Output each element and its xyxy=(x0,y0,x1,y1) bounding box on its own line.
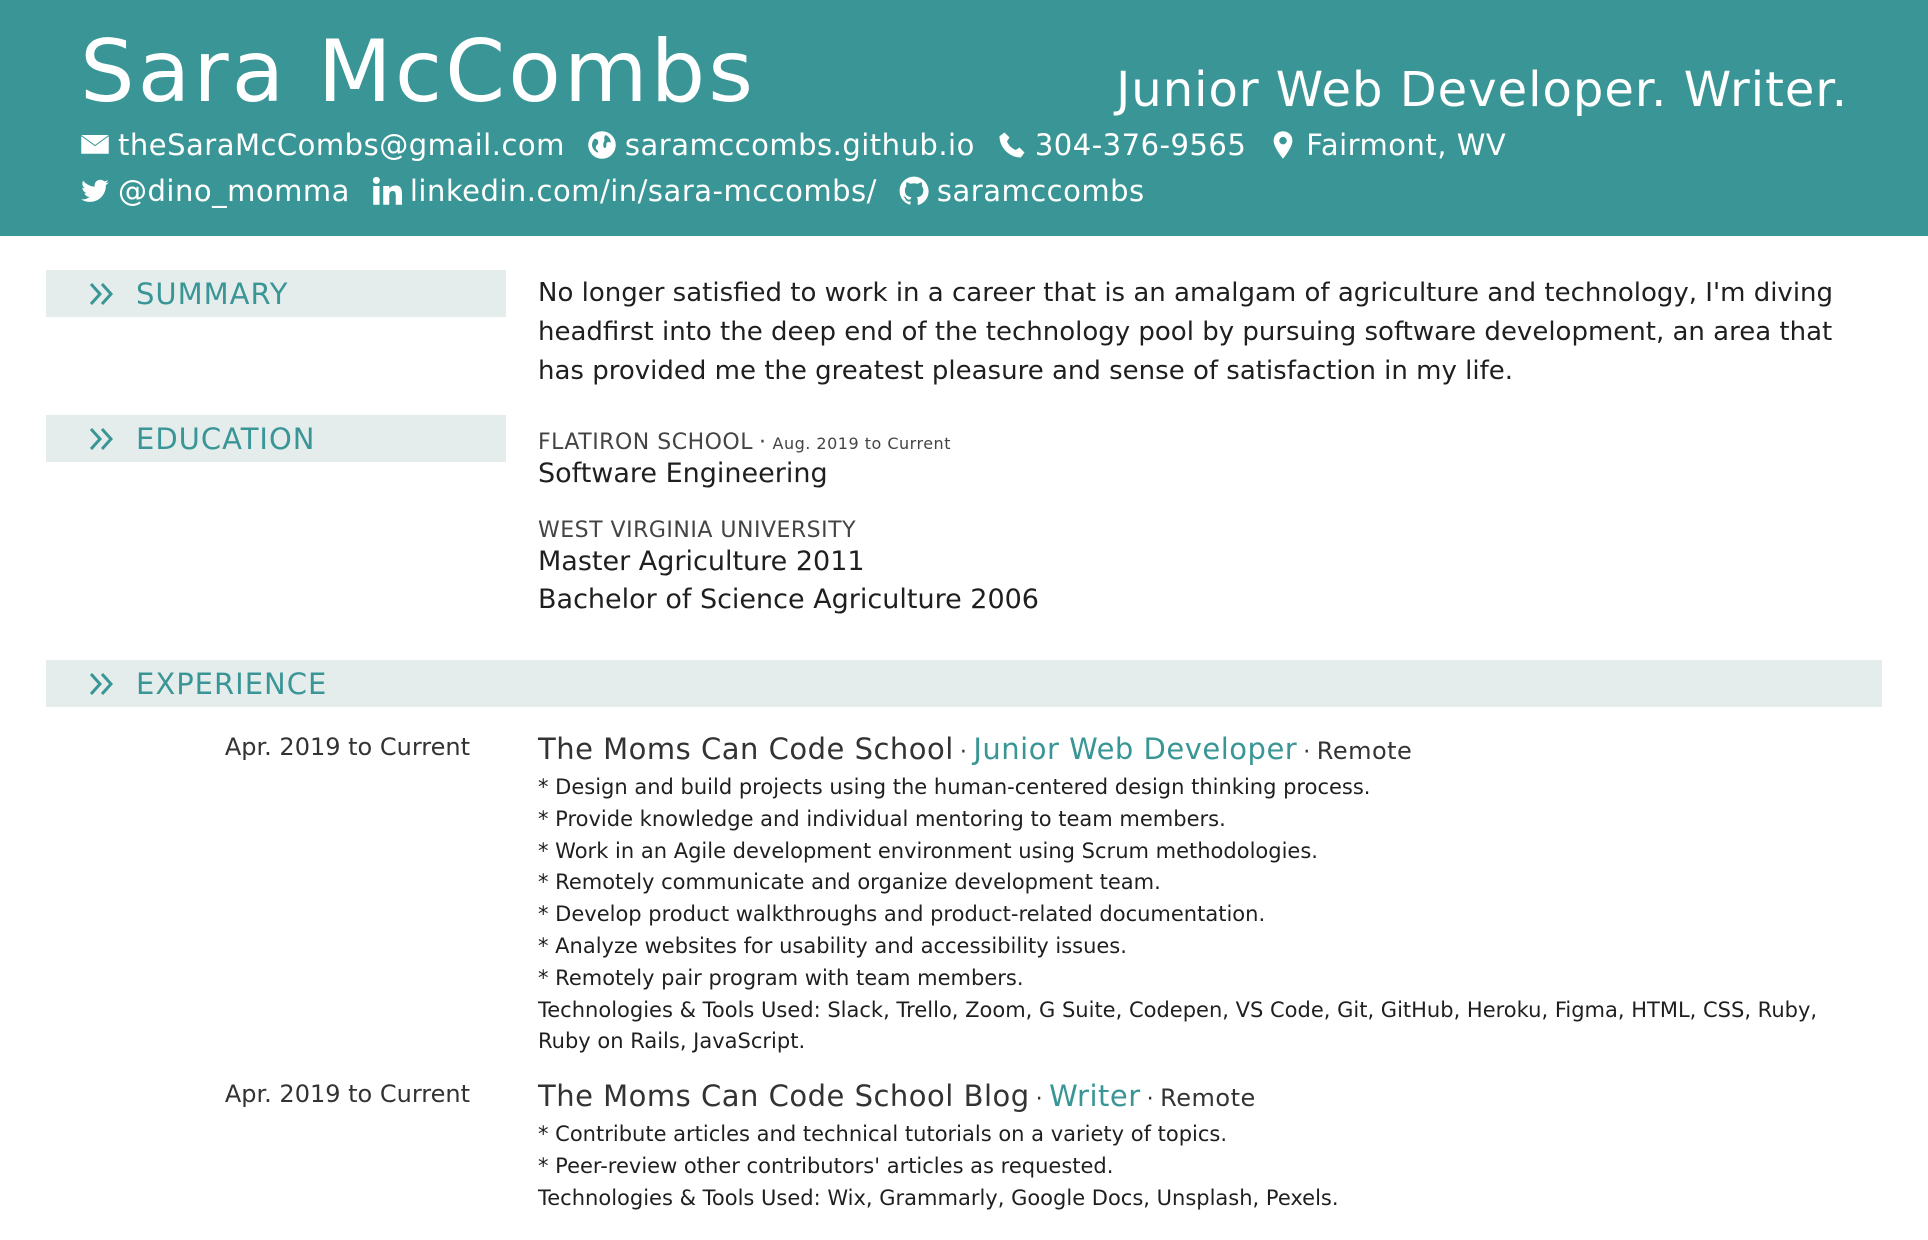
resume-name: Sara McCombs xyxy=(80,22,757,122)
contact-website[interactable]: saramccombs.github.io xyxy=(587,128,975,162)
phone-icon xyxy=(999,132,1025,158)
experience-bullet: * Remotely pair program with team member… xyxy=(538,965,1024,990)
contact-linkedin-text: linkedin.com/in/sara-mccombs/ xyxy=(409,174,877,208)
twitter-icon xyxy=(81,179,109,202)
education-school: WEST VIRGINIA UNIVERSITY xyxy=(538,518,857,543)
experience-org: The Moms Can Code School xyxy=(538,732,954,766)
experience-date: Apr. 2019 to Current xyxy=(224,733,470,761)
contact-location: Fairmont, WV xyxy=(1268,128,1506,162)
experience-date: Apr. 2019 to Current xyxy=(224,1080,470,1108)
education-degree: Master Agriculture 2011 xyxy=(538,546,865,577)
map-marker-icon xyxy=(1273,131,1293,159)
experience-location: Remote xyxy=(1160,1084,1256,1112)
section-summary-bar: SUMMARY xyxy=(46,270,506,317)
experience-org: The Moms Can Code School Blog xyxy=(538,1079,1030,1113)
experience-bullet: * Peer-review other contributors' articl… xyxy=(538,1153,1114,1178)
contact-phone[interactable]: 304-376-9565 xyxy=(997,128,1246,162)
contact-row-1: theSaraMcCombs@gmail.com saramccombs.git… xyxy=(80,128,1528,162)
experience-bullets: * Contribute articles and technical tuto… xyxy=(538,1119,1868,1183)
summary-text: No longer satisfied to work in a career … xyxy=(538,278,1834,386)
experience-bullet: * Design and build projects using the hu… xyxy=(538,775,1371,799)
experience-location: Remote xyxy=(1316,737,1413,765)
contact-location-text: Fairmont, WV xyxy=(1306,128,1507,162)
education-degree: Bachelor of Science Agriculture 2006 xyxy=(538,584,1039,615)
section-summary-title: SUMMARY xyxy=(136,276,289,311)
experience-tools: Technologies & Tools Used: Wix, Grammarl… xyxy=(538,1185,1339,1210)
section-experience-bar: EXPERIENCE xyxy=(46,660,1882,707)
linkedin-icon xyxy=(372,176,402,205)
experience-bullet: * Analyze websites for usability and acc… xyxy=(538,933,1127,958)
resume-tagline: Junior Web Developer. Writer. xyxy=(1116,62,1848,118)
experience-bullet: * Contribute articles and technical tuto… xyxy=(538,1122,1228,1146)
experience-bullets: * Design and build projects using the hu… xyxy=(538,772,1868,995)
resume-header: Sara McCombs Junior Web Developer. Write… xyxy=(0,0,1928,236)
section-experience-title: EXPERIENCE xyxy=(136,666,328,701)
contact-email[interactable]: theSaraMcCombs@gmail.com xyxy=(80,128,565,162)
globe-icon xyxy=(588,131,616,159)
education-separator: · xyxy=(759,430,767,455)
contact-github[interactable]: saramccombs xyxy=(899,174,1145,208)
experience-role[interactable]: Writer xyxy=(1049,1079,1141,1113)
envelope-icon xyxy=(81,135,109,154)
experience-bullet: * Develop product walkthroughs and produ… xyxy=(538,902,1266,927)
education-entry-flatiron: FLATIRON SCHOOL · Aug. 2019 to Current Sof… xyxy=(538,430,951,493)
section-education-bar: EDUCATION xyxy=(46,415,506,462)
contact-twitter-text: @dino_momma xyxy=(118,174,350,208)
experience-tools: Technologies & Tools Used: Slack, Trello… xyxy=(538,997,1818,1053)
contact-email-text: theSaraMcCombs@gmail.com xyxy=(118,128,565,162)
double-chevron-right-icon xyxy=(89,672,114,695)
experience-bullet: * Work in an Agile development environme… xyxy=(538,838,1318,863)
education-school: FLATIRON SCHOOL xyxy=(538,430,753,455)
education-entry-wvu: WEST VIRGINIA UNIVERSITY Master Agricult… xyxy=(538,518,1039,619)
contact-twitter[interactable]: @dino_momma xyxy=(80,174,350,208)
contact-linkedin[interactable]: linkedin.com/in/sara-mccombs/ xyxy=(372,174,877,208)
contact-github-text: saramccombs xyxy=(936,174,1145,208)
experience-bullet: * Remotely communicate and organize deve… xyxy=(538,870,1161,895)
education-degree: Software Engineering xyxy=(538,458,828,489)
double-chevron-right-icon xyxy=(89,427,114,450)
contact-phone-text: 304-376-9565 xyxy=(1034,128,1247,162)
double-chevron-right-icon xyxy=(89,282,114,305)
contact-website-text: saramccombs.github.io xyxy=(624,128,975,162)
github-icon xyxy=(899,176,929,205)
section-education-title: EDUCATION xyxy=(136,421,316,456)
contact-row-2: @dino_momma linkedin.com/in/sara-mccombs… xyxy=(80,174,1167,208)
experience-entry: The Moms Can Code School · Junior Web Deve… xyxy=(538,732,1868,1057)
experience-bullet: * Provide knowledge and individual mento… xyxy=(538,806,1226,831)
education-date: Aug. 2019 to Current xyxy=(772,434,951,453)
experience-role[interactable]: Junior Web Developer xyxy=(973,732,1297,766)
experience-entry: The Moms Can Code School Blog · Writer · Rem… xyxy=(538,1079,1868,1214)
